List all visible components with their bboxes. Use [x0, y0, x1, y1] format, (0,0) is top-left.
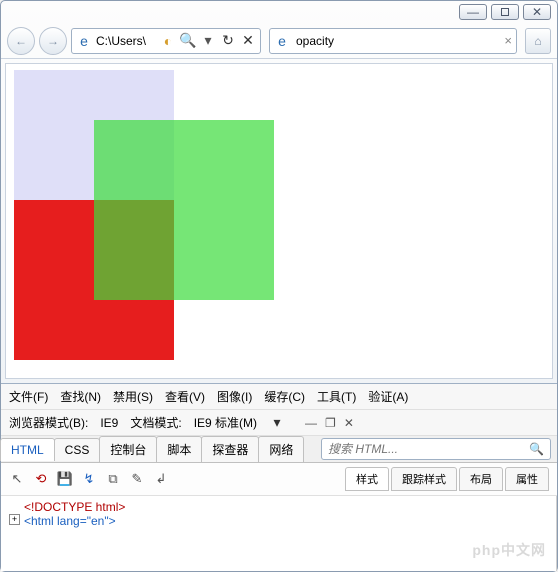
tab-title[interactable]: opacity [296, 34, 334, 48]
browser-mode-value[interactable]: IE9 [100, 416, 118, 430]
tab-network[interactable]: 网络 [258, 436, 304, 462]
titlebar: — ✕ [1, 1, 557, 23]
refresh-icon[interactable]: ↻ [220, 33, 236, 49]
devtools-panel: 文件(F) 查找(N) 禁用(S) 查看(V) 图像(I) 缓存(C) 工具(T… [1, 383, 557, 571]
stop-icon[interactable]: ✕ [240, 33, 256, 49]
save-icon[interactable]: 💾 [57, 471, 73, 487]
page-viewport [5, 63, 553, 379]
restore-button[interactable] [491, 4, 519, 20]
chevron-down-icon[interactable]: ▾ [200, 33, 216, 49]
minimize-icon: — [467, 5, 479, 19]
expand-html-toggle[interactable]: + [9, 514, 20, 525]
tab-script[interactable]: 脚本 [156, 436, 202, 462]
word-wrap-icon[interactable]: ↲ [153, 471, 169, 487]
green-square [94, 120, 274, 300]
rt-layout[interactable]: 布局 [459, 467, 503, 491]
home-button[interactable]: ⌂ [525, 28, 551, 54]
ie-window: — ✕ ← → e ◐ 🔍 ▾ ↻ ✕ e opacity × ⌂ [0, 0, 558, 572]
edit-icon[interactable]: ✎ [129, 471, 145, 487]
unpin-devtools-icon[interactable]: ❐ [325, 416, 336, 430]
close-icon: ✕ [532, 5, 542, 19]
minimize-button[interactable]: — [459, 4, 487, 20]
ie-tab-icon: e [274, 33, 290, 49]
close-tab-button[interactable]: × [504, 33, 512, 48]
tab-profiler[interactable]: 探查器 [201, 436, 259, 462]
pointer-icon[interactable]: ↖ [9, 471, 25, 487]
devtools-toolbar: ↖ ⟲ 💾 ↯ ⧉ ✎ ↲ 样式 跟踪样式 布局 属性 [1, 463, 557, 496]
address-input[interactable] [96, 34, 156, 48]
close-devtools-icon[interactable]: ✕ [344, 416, 354, 430]
refresh-tree-icon[interactable]: ↯ [81, 471, 97, 487]
arrow-right-icon: → [47, 34, 59, 48]
menu-tools[interactable]: 工具(T) [317, 388, 356, 405]
devtools-search-input[interactable] [322, 442, 523, 456]
chevron-down-icon[interactable]: ▾ [269, 415, 285, 431]
menu-file[interactable]: 文件(F) [9, 388, 48, 405]
right-pane-tabs: 样式 跟踪样式 布局 属性 [345, 467, 549, 491]
ie-page-icon: e [76, 33, 92, 49]
tab-css[interactable]: CSS [54, 438, 101, 461]
back-button[interactable]: ← [7, 27, 35, 55]
rt-props[interactable]: 属性 [505, 467, 549, 491]
search-dropdown-icon[interactable]: 🔍 [180, 33, 196, 49]
menu-images[interactable]: 图像(I) [217, 388, 252, 405]
minimize-devtools-icon[interactable]: — [305, 416, 317, 430]
doc-mode-value[interactable]: IE9 标准(M) [194, 414, 257, 431]
element-source-icon[interactable]: ⧉ [105, 471, 121, 487]
dom-panel: +<!DOCTYPE html> + <html lang= "en" > [1, 496, 557, 571]
tab-html[interactable]: HTML [0, 438, 55, 461]
html-lang-value: "en" [87, 514, 109, 528]
doctype-line: <!DOCTYPE html> [24, 500, 125, 514]
browser-mode-label: 浏览器模式(B): [9, 414, 88, 431]
rt-style[interactable]: 样式 [345, 467, 389, 491]
tabstrip: e opacity × [269, 28, 517, 54]
close-window-button[interactable]: ✕ [523, 4, 551, 20]
compat-view-icon[interactable]: ◐ [160, 33, 176, 49]
doc-mode-label: 文档模式: [130, 414, 181, 431]
mode-bar: 浏览器模式(B): IE9 文档模式: IE9 标准(M) ▾ — ❐ ✕ [1, 410, 557, 436]
menu-find[interactable]: 查找(N) [60, 388, 101, 405]
tab-console[interactable]: 控制台 [99, 436, 157, 462]
html-tag-open: <html lang= [24, 514, 87, 528]
arrow-left-icon: ← [15, 34, 27, 48]
dom-tree[interactable]: +<!DOCTYPE html> + <html lang= "en" > [1, 496, 557, 571]
devtools-tabs: HTML CSS 控制台 脚本 探查器 网络 🔍 [1, 436, 557, 463]
html-tag-close: > [109, 514, 116, 528]
address-bar[interactable]: e ◐ 🔍 ▾ ↻ ✕ [71, 28, 261, 54]
rt-trace[interactable]: 跟踪样式 [391, 467, 457, 491]
clear-cache-icon[interactable]: ⟲ [33, 471, 49, 487]
menu-view[interactable]: 查看(V) [165, 388, 205, 405]
menu-disable[interactable]: 禁用(S) [113, 388, 153, 405]
navbar: ← → e ◐ 🔍 ▾ ↻ ✕ e opacity × ⌂ [1, 23, 557, 59]
menu-cache[interactable]: 缓存(C) [264, 388, 305, 405]
forward-button[interactable]: → [39, 27, 67, 55]
menu-validate[interactable]: 验证(A) [368, 388, 408, 405]
home-icon: ⌂ [534, 34, 541, 48]
devtools-menubar: 文件(F) 查找(N) 禁用(S) 查看(V) 图像(I) 缓存(C) 工具(T… [1, 384, 557, 410]
restore-icon [501, 8, 509, 16]
search-icon[interactable]: 🔍 [523, 442, 550, 456]
devtools-search[interactable]: 🔍 [321, 438, 551, 460]
